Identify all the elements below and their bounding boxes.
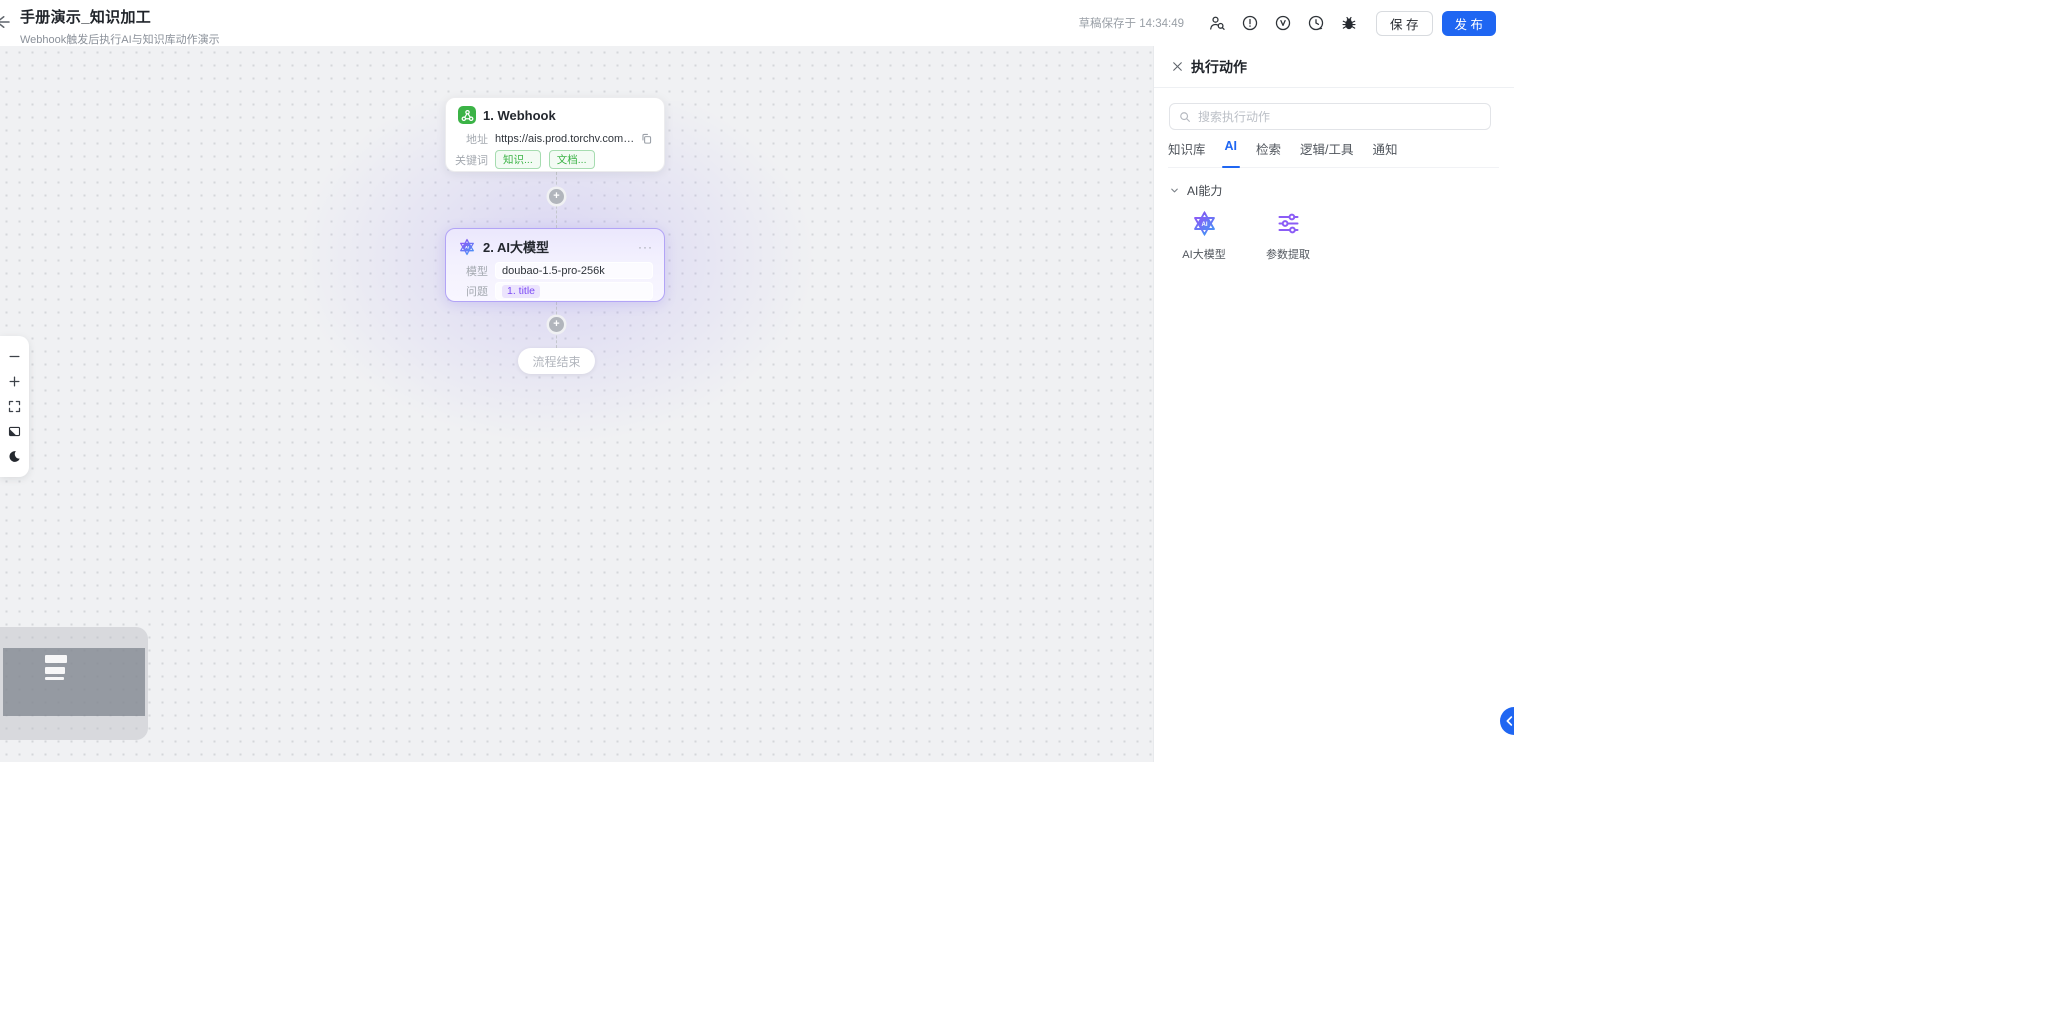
top-bar: 手册演示_知识加工 Webhook触发后执行AI与知识库动作演示 草稿保存于 1… xyxy=(0,0,1514,46)
minimap-toggle-icon[interactable] xyxy=(6,423,23,440)
model-value: doubao-1.5-pro-256k xyxy=(495,262,653,279)
workflow-canvas[interactable]: 1. Webhook 地址 https://ais.prod.torchv.co… xyxy=(0,46,1153,762)
node-ai-model[interactable]: AI 2. AI大模型 ··· 模型 doubao-1.5-pro-256k 问… xyxy=(445,228,665,302)
webhook-icon xyxy=(458,106,476,124)
node-title: 2. AI大模型 xyxy=(483,240,549,255)
keyword-tag: 知识... xyxy=(495,150,541,169)
zoom-in-icon[interactable] xyxy=(6,373,23,390)
search-input[interactable] xyxy=(1198,109,1482,124)
tab-logic-tools[interactable]: 逻辑/工具 xyxy=(1300,139,1353,158)
workflow-editor-window: 手册演示_知识加工 Webhook触发后执行AI与知识库动作演示 草稿保存于 1… xyxy=(0,0,1514,762)
more-options-icon[interactable]: ··· xyxy=(638,241,653,253)
ai-model-icon: AI xyxy=(458,238,476,256)
panel-tabs: 知识库 AI 检索 逻辑/工具 通知 xyxy=(1168,139,1499,168)
topbar-actions: 草稿保存于 14:34:49 保 存 发 布 xyxy=(1079,0,1496,46)
action-item-label: 参数提取 xyxy=(1266,249,1310,261)
panel-title: 执行动作 xyxy=(1191,58,1247,75)
run-history-icon[interactable] xyxy=(1307,14,1325,32)
section-label: AI能力 xyxy=(1187,184,1223,198)
chevron-down-icon xyxy=(1171,188,1178,193)
action-search[interactable] xyxy=(1169,103,1491,130)
node-header: 1. Webhook xyxy=(446,98,664,127)
question-label: 问题 xyxy=(466,286,488,298)
question-value: 1. title xyxy=(495,282,653,300)
info-icon[interactable] xyxy=(1241,14,1259,32)
search-icon xyxy=(1178,110,1192,124)
dark-mode-icon[interactable] xyxy=(6,448,23,465)
ai-model-icon: AI xyxy=(1189,208,1219,238)
svg-text:AI: AI xyxy=(465,244,469,249)
model-label: 模型 xyxy=(466,265,488,278)
action-item-label: AI大模型 xyxy=(1182,249,1226,261)
minimap-node xyxy=(45,677,64,680)
node-title: 1. Webhook xyxy=(483,107,556,123)
tab-notify[interactable]: 通知 xyxy=(1373,139,1398,158)
minimap-viewport[interactable] xyxy=(3,648,145,716)
minimap-node xyxy=(45,655,67,663)
keyword-row: 关键词 知识... 文档... xyxy=(446,150,653,169)
add-node-button[interactable]: + xyxy=(549,317,564,332)
publish-button[interactable]: 发 布 xyxy=(1441,10,1496,36)
minimap[interactable] xyxy=(0,627,148,740)
action-item-ai-model[interactable]: AI AI大模型 xyxy=(1170,204,1238,266)
question-row: 问题 1. title xyxy=(446,282,653,300)
back-arrow-icon[interactable] xyxy=(0,13,12,31)
zoom-out-icon[interactable] xyxy=(6,348,23,365)
save-button[interactable]: 保 存 xyxy=(1376,10,1433,36)
action-panel: 执行动作 知识库 AI 检索 逻辑/工具 通知 AI能力 xyxy=(1153,46,1514,762)
keyword-label: 关键词 xyxy=(455,154,488,167)
webhook-url: https://ais.prod.torchv.com/kb/web... xyxy=(495,132,636,145)
draft-save-status: 草稿保存于 14:34:49 xyxy=(1078,18,1185,30)
tab-knowledge-base[interactable]: 知识库 xyxy=(1168,139,1206,158)
parameter-extract-icon xyxy=(1273,208,1303,238)
action-item-list: AI AI大模型 参数提取 xyxy=(1170,204,1322,266)
version-icon[interactable] xyxy=(1274,14,1292,32)
minimap-node xyxy=(45,667,65,674)
model-row: 模型 doubao-1.5-pro-256k xyxy=(446,262,653,279)
canvas-toolbar xyxy=(0,336,29,477)
page-title: 手册演示_知识加工 xyxy=(20,9,152,26)
section-ai-capability[interactable]: AI能力 xyxy=(1169,182,1222,199)
debug-icon[interactable] xyxy=(1340,14,1358,32)
svg-text:AI: AI xyxy=(1201,221,1207,227)
variable-tag: 1. title xyxy=(502,284,541,298)
address-label: 地址 xyxy=(466,133,488,146)
node-header: AI 2. AI大模型 ··· xyxy=(446,229,664,259)
flow-end-node: 流程结束 xyxy=(518,348,595,374)
address-row: 地址 https://ais.prod.torchv.com/kb/web... xyxy=(446,130,653,147)
copy-icon[interactable] xyxy=(640,132,653,145)
tab-search[interactable]: 检索 xyxy=(1256,139,1281,158)
chevron-left-icon xyxy=(1506,716,1513,726)
add-node-button[interactable]: + xyxy=(549,189,564,204)
close-icon[interactable] xyxy=(1170,60,1184,74)
keyword-tag: 文档... xyxy=(548,150,595,169)
user-search-icon[interactable] xyxy=(1208,14,1226,32)
panel-header: 执行动作 xyxy=(1154,46,1514,88)
page-subtitle: Webhook触发后执行AI与知识库动作演示 xyxy=(20,34,220,46)
node-webhook[interactable]: 1. Webhook 地址 https://ais.prod.torchv.co… xyxy=(445,97,665,172)
title-block: 手册演示_知识加工 Webhook触发后执行AI与知识库动作演示 xyxy=(20,6,220,47)
fit-view-icon[interactable] xyxy=(6,398,23,415)
action-item-parameter-extract[interactable]: 参数提取 xyxy=(1254,204,1322,266)
tab-ai[interactable]: AI xyxy=(1225,139,1238,158)
